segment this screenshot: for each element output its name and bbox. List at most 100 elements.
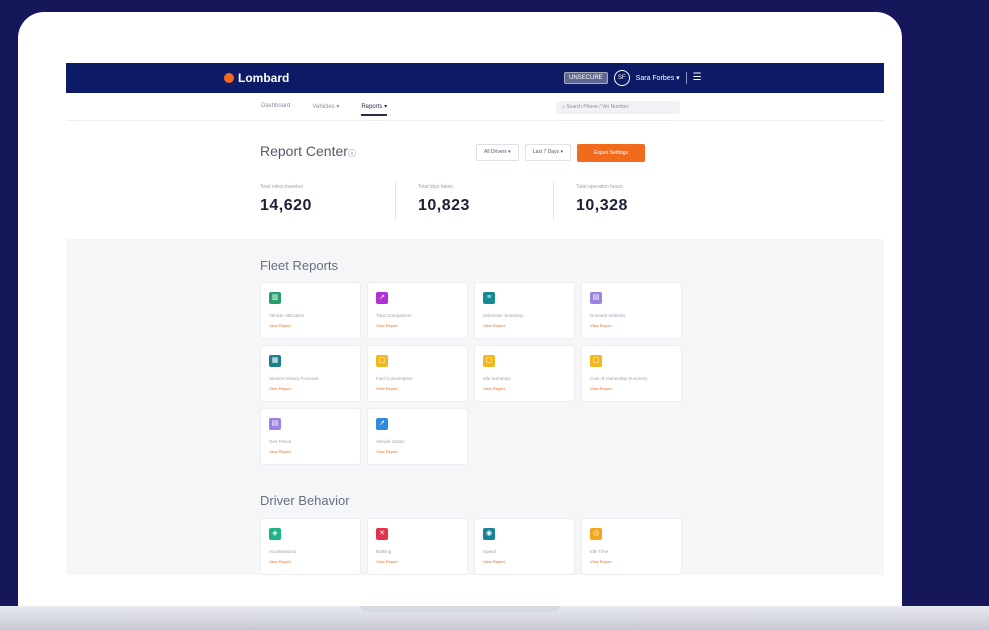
stat-miles: Total miles traveled 14,620 xyxy=(260,182,418,220)
view-report-link[interactable]: View Report xyxy=(376,559,398,564)
acceleration-icon: ◈ xyxy=(269,528,281,540)
geofence-icon: ▤ xyxy=(269,418,281,430)
report-card[interactable]: ↗ Vehicle Status View Report xyxy=(367,408,468,465)
report-card-title: Vehicle Status xyxy=(376,439,405,444)
report-card-title: Cost of Ownership Summary xyxy=(590,376,648,381)
sub-navigation: Dashboard Vehicles ▾ Reports ▾ ⌕ Search … xyxy=(66,93,884,121)
report-card-title: Speed xyxy=(483,549,497,554)
divider xyxy=(395,182,396,220)
search-placeholder: Search Phone / Vin Number xyxy=(566,104,629,110)
speed-icon: ◉ xyxy=(483,528,495,540)
hamburger-menu-icon[interactable]: ☰ xyxy=(693,73,702,83)
idle-icon: ▢ xyxy=(483,355,495,367)
report-card-title: Accelerations xyxy=(269,549,297,554)
report-card[interactable]: ◉ Speed View Report xyxy=(474,518,575,575)
view-report-link[interactable]: View Report xyxy=(483,386,505,391)
report-card[interactable]: ◷ Idle Time View Report xyxy=(581,518,682,575)
divider xyxy=(553,182,554,220)
view-report-link[interactable]: View Report xyxy=(269,386,291,391)
status-icon: ↗ xyxy=(376,418,388,430)
idle-time-icon: ◷ xyxy=(590,528,602,540)
braking-icon: ✕ xyxy=(376,528,388,540)
nav-tabs: Dashboard Vehicles ▾ Reports ▾ xyxy=(261,103,388,116)
report-card-title: Vehicle Utilization xyxy=(269,313,305,318)
tab-vehicles-label: Vehicles xyxy=(312,104,335,110)
fleet-reports-title: Fleet Reports xyxy=(260,258,339,273)
trend-icon: ↗ xyxy=(376,292,388,304)
report-card-title: Braking xyxy=(376,549,392,554)
date-range-value: Last 7 Days xyxy=(532,149,560,155)
doc-icon: ≡ xyxy=(483,292,495,304)
view-report-link[interactable]: View Report xyxy=(590,323,612,328)
tab-reports[interactable]: Reports ▾ xyxy=(361,103,388,116)
page-title: Report Center xyxy=(260,143,348,159)
laptop-frame: Lombard UNSECURE SF Sara Forbes ▾ ☰ Dash… xyxy=(18,12,902,622)
report-card[interactable]: ▥ Vehicle Utilization View Report xyxy=(260,282,361,339)
report-card-title: Trips Comparison xyxy=(376,313,412,318)
tab-vehicles[interactable]: Vehicles ▾ xyxy=(312,103,339,116)
report-card[interactable]: ▤ Geo Fence View Report xyxy=(260,408,361,465)
laptop-notch xyxy=(360,606,560,612)
user-menu[interactable]: Sara Forbes ▾ xyxy=(636,74,680,82)
topbar-actions: UNSECURE SF Sara Forbes ▾ ☰ xyxy=(564,70,702,86)
driver-filter-value: All Drivers xyxy=(484,149,507,155)
report-filters: All Drivers ▾ Last 7 Days ▾ Export Setti… xyxy=(476,144,645,162)
report-card-title: Idle Summary xyxy=(483,376,511,381)
stat-label: Total operation hours xyxy=(576,184,623,190)
report-card-title: Service History Forecast xyxy=(269,376,319,381)
report-card[interactable]: ≡ Odometer Summary View Report xyxy=(474,282,575,339)
report-card[interactable]: ◈ Accelerations View Report xyxy=(260,518,361,575)
app-screen: Lombard UNSECURE SF Sara Forbes ▾ ☰ Dash… xyxy=(66,63,884,575)
view-report-link[interactable]: View Report xyxy=(269,559,291,564)
view-report-link[interactable]: View Report xyxy=(269,323,291,328)
search-icon: ⌕ xyxy=(562,104,565,110)
report-card-title: Fuel Consumption xyxy=(376,376,413,381)
cost-icon: ▢ xyxy=(590,355,602,367)
report-card-title: Odometer Summary xyxy=(483,313,524,318)
view-report-link[interactable]: View Report xyxy=(590,559,612,564)
tab-reports-label: Reports xyxy=(361,104,383,110)
date-range-select[interactable]: Last 7 Days ▾ xyxy=(524,144,571,161)
report-card-title: Idle Time xyxy=(590,549,609,554)
chevron-down-icon: ▾ xyxy=(676,75,680,82)
view-report-link[interactable]: View Report xyxy=(269,449,291,454)
report-card[interactable]: ↗ Trips Comparison View Report xyxy=(367,282,468,339)
avatar[interactable]: SF xyxy=(613,70,630,86)
divider xyxy=(685,72,687,84)
driver-filter-select[interactable]: All Drivers ▾ xyxy=(476,144,519,161)
report-card[interactable]: ▤ Dormant Vehicles View Report xyxy=(581,282,682,339)
grid-icon: ▦ xyxy=(269,355,281,367)
tab-dashboard[interactable]: Dashboard xyxy=(261,103,290,116)
top-bar: Lombard UNSECURE SF Sara Forbes ▾ ☰ xyxy=(66,63,884,93)
view-report-link[interactable]: View Report xyxy=(376,323,398,328)
report-card-title: Dormant Vehicles xyxy=(590,313,626,318)
lombard-logo-icon xyxy=(224,73,234,83)
fuel-icon: ▢ xyxy=(376,355,388,367)
driver-behavior-grid: ◈ Accelerations View Report ✕ Braking View Re… xyxy=(260,518,682,575)
view-report-link[interactable]: View Report xyxy=(590,386,612,391)
report-card[interactable]: ✕ Braking View Report xyxy=(367,518,468,575)
stat-hours: Total operation hours 10,328 xyxy=(576,184,734,215)
calendar-icon: ▤ xyxy=(590,292,602,304)
report-card-title: Geo Fence xyxy=(269,439,292,444)
stat-trips: Total trips taken 10,823 xyxy=(418,182,576,220)
report-card[interactable]: ▦ Service History Forecast View Report xyxy=(260,345,361,402)
export-settings-button[interactable]: Export Settings xyxy=(577,144,645,162)
stat-value: 10,328 xyxy=(576,197,628,214)
unsecure-badge[interactable]: UNSECURE xyxy=(564,72,608,84)
report-card[interactable]: ▢ Idle Summary View Report xyxy=(474,345,575,402)
search-input[interactable]: ⌕ Search Phone / Vin Number xyxy=(556,101,680,114)
view-report-link[interactable]: View Report xyxy=(376,386,398,391)
report-card[interactable]: ▢ Fuel Consumption View Report xyxy=(367,345,468,402)
fleet-reports-grid: ▥ Vehicle Utilization View Report ↗ Trips Co… xyxy=(260,282,682,465)
stats-row: Total miles traveled 14,620 Total trips … xyxy=(260,182,734,220)
view-report-link[interactable]: View Report xyxy=(483,559,505,564)
report-card[interactable]: ▢ Cost of Ownership Summary View Report xyxy=(581,345,682,402)
view-report-link[interactable]: View Report xyxy=(483,323,505,328)
brand-logo[interactable]: Lombard xyxy=(224,71,289,85)
info-icon[interactable]: ⓘ xyxy=(348,149,356,158)
bar-chart-icon: ▥ xyxy=(269,292,281,304)
driver-behavior-title: Driver Behavior xyxy=(260,493,350,508)
view-report-link[interactable]: View Report xyxy=(376,449,398,454)
brand-name: Lombard xyxy=(238,71,290,85)
